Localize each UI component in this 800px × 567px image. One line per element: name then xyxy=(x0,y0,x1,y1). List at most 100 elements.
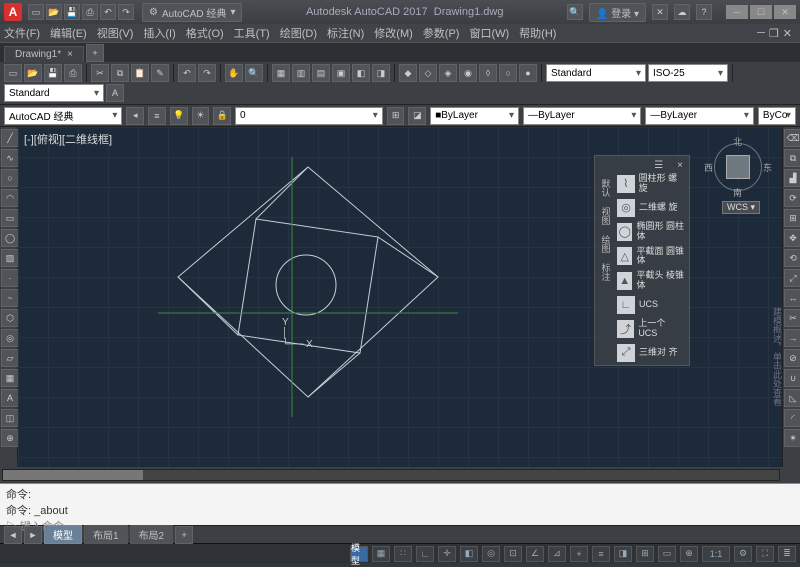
layout-tab-2[interactable]: 布局2 xyxy=(130,525,174,544)
status-tpy-icon[interactable]: ◨ xyxy=(614,546,632,562)
tool-m2-icon[interactable]: ◇ xyxy=(419,64,437,82)
donut-icon[interactable]: ◎ xyxy=(1,329,19,347)
menu-dim[interactable]: 标注(N) xyxy=(327,25,364,41)
mtext-icon[interactable]: A xyxy=(1,389,19,407)
maximize-button[interactable]: ☐ xyxy=(750,5,772,19)
status-qp-icon[interactable]: ⊞ xyxy=(636,546,654,562)
palette-item-frustum-cone[interactable]: △平截面 圆锥体 xyxy=(615,246,687,268)
tool-m4-icon[interactable]: ◉ xyxy=(459,64,477,82)
mirror-icon[interactable]: ▟ xyxy=(784,169,800,187)
doc-restore-icon[interactable]: ❐ xyxy=(769,27,779,40)
doc-tab-drawing1[interactable]: Drawing1* × xyxy=(4,46,84,62)
chamfer-icon[interactable]: ◺ xyxy=(784,389,800,407)
tool-undo-icon[interactable]: ↶ xyxy=(178,64,196,82)
palette-tab-dim[interactable]: 标注 xyxy=(598,261,615,283)
region-icon[interactable]: ▱ xyxy=(1,349,19,367)
status-scale[interactable]: 1:1 xyxy=(702,546,730,562)
tool-pan-icon[interactable]: ✋ xyxy=(225,64,243,82)
stretch-icon[interactable]: ↔ xyxy=(784,289,800,307)
workspace-combo[interactable]: AutoCAD 经典 xyxy=(4,107,122,125)
close-icon[interactable]: × xyxy=(67,49,73,60)
modeling-hint[interactable]: 建模概述，单击此处查看 xyxy=(771,307,782,406)
menu-tools[interactable]: 工具(T) xyxy=(234,25,270,41)
app-logo[interactable]: A xyxy=(4,3,22,21)
tool-m7-icon[interactable]: ● xyxy=(519,64,537,82)
palette-menu-icon[interactable]: ☰ xyxy=(654,160,663,171)
menu-view[interactable]: 视图(V) xyxy=(97,25,134,41)
layout-tab-model[interactable]: 模型 xyxy=(44,525,82,544)
tool-prop-icon[interactable]: ▦ xyxy=(272,64,290,82)
bulb-icon[interactable]: 💡 xyxy=(170,107,188,125)
search-icon[interactable]: 🔍 xyxy=(567,4,583,20)
doc-close-icon[interactable]: ✕ xyxy=(783,27,792,40)
point-icon[interactable]: · xyxy=(1,269,19,287)
tool-text-icon[interactable]: A xyxy=(106,84,124,102)
insert-icon[interactable]: ⊕ xyxy=(1,429,19,447)
status-polar-icon[interactable]: ✛ xyxy=(438,546,456,562)
palette-item-ucs[interactable]: ∟UCS xyxy=(615,295,687,315)
layer-combo[interactable]: 0 xyxy=(235,107,383,125)
rect-icon[interactable]: ▭ xyxy=(1,209,19,227)
lineweight-combo[interactable]: — ByLayer xyxy=(645,107,754,125)
layout-add-icon[interactable]: + xyxy=(175,526,193,544)
tool-match-icon[interactable]: ✎ xyxy=(151,64,169,82)
offset-icon[interactable]: ⟳ xyxy=(784,189,800,207)
pline-icon[interactable]: ∿ xyxy=(1,149,19,167)
trim-icon[interactable]: ✂ xyxy=(784,309,800,327)
menu-file[interactable]: 文件(F) xyxy=(4,25,40,41)
sun-icon[interactable]: ☀ xyxy=(192,107,210,125)
qat-save-icon[interactable]: 💾 xyxy=(64,4,80,20)
dim-style-combo[interactable]: Standard xyxy=(546,64,646,82)
spline-icon[interactable]: ~ xyxy=(1,289,19,307)
tool-m5-icon[interactable]: ◊ xyxy=(479,64,497,82)
status-ortho-icon[interactable]: ∟ xyxy=(416,546,434,562)
layer-states-icon[interactable]: ≡ xyxy=(148,107,166,125)
status-3dosnap-icon[interactable]: ⊡ xyxy=(504,546,522,562)
tool-new-icon[interactable]: ▭ xyxy=(4,64,22,82)
tool-m1-icon[interactable]: ◆ xyxy=(399,64,417,82)
plot-style-combo[interactable]: ByCo xyxy=(758,107,796,125)
text-style-combo[interactable]: Standard xyxy=(4,84,104,102)
layer-mgr-icon[interactable]: ⊞ xyxy=(387,107,405,125)
tool-cut-icon[interactable]: ✂ xyxy=(91,64,109,82)
hatch-icon[interactable]: ▨ xyxy=(1,249,19,267)
array-icon[interactable]: ⊞ xyxy=(784,209,800,227)
layout-next-icon[interactable]: ► xyxy=(24,526,42,544)
menu-insert[interactable]: 插入(I) xyxy=(143,25,175,41)
tool-zoom-icon[interactable]: 🔍 xyxy=(245,64,263,82)
tool-m6-icon[interactable]: ○ xyxy=(499,64,517,82)
tool-tp-icon[interactable]: ▤ xyxy=(312,64,330,82)
palette-item-helix-cyl[interactable]: ⌇圆柱形 螺旋 xyxy=(615,173,687,195)
copy2-icon[interactable]: ⧉ xyxy=(784,149,800,167)
erase-icon[interactable]: ⌫ xyxy=(784,129,800,147)
palette-item-align3d[interactable]: ⤢三维对 齐 xyxy=(615,343,687,363)
status-gear-icon[interactable]: ⚙ xyxy=(734,546,752,562)
view-label[interactable]: [-][俯视][二维线框] xyxy=(24,131,112,147)
tool-m3-icon[interactable]: ◈ xyxy=(439,64,457,82)
qat-open-icon[interactable]: 📂 xyxy=(46,4,62,20)
iso-combo[interactable]: ISO-25 xyxy=(648,64,728,82)
login-button[interactable]: 👤 登录 ▾ xyxy=(589,3,646,22)
tool-markup-icon[interactable]: ◧ xyxy=(352,64,370,82)
layout-tab-1[interactable]: 布局1 xyxy=(84,525,128,544)
menu-param[interactable]: 参数(P) xyxy=(423,25,460,41)
tool-save-icon[interactable]: 💾 xyxy=(44,64,62,82)
menu-help[interactable]: 帮助(H) xyxy=(519,25,556,41)
command-window[interactable]: 命令: 命令: _about ▷ 键入命令 xyxy=(0,483,800,525)
join-icon[interactable]: ∪ xyxy=(784,369,800,387)
help-icon[interactable]: ? xyxy=(696,4,712,20)
tool-redo-icon[interactable]: ↷ xyxy=(198,64,216,82)
arc-icon[interactable]: ◠ xyxy=(1,189,19,207)
status-sel-icon[interactable]: ▭ xyxy=(658,546,676,562)
layout-prev-icon[interactable]: ◄ xyxy=(4,526,22,544)
extend-icon[interactable]: → xyxy=(784,329,800,347)
close-button[interactable]: ✕ xyxy=(774,5,796,19)
block-icon[interactable]: ◫ xyxy=(1,409,19,427)
rotate-icon[interactable]: ⟲ xyxy=(784,249,800,267)
tool-dc-icon[interactable]: ▥ xyxy=(292,64,310,82)
view-cube[interactable]: 北 南 西 东 xyxy=(708,137,768,197)
ucs-icon[interactable]: Y│└── X xyxy=(282,317,313,350)
wcs-badge[interactable]: WCS ▾ xyxy=(722,201,760,214)
circle-icon[interactable]: ○ xyxy=(1,169,19,187)
ellipse-icon[interactable]: ◯ xyxy=(1,229,19,247)
